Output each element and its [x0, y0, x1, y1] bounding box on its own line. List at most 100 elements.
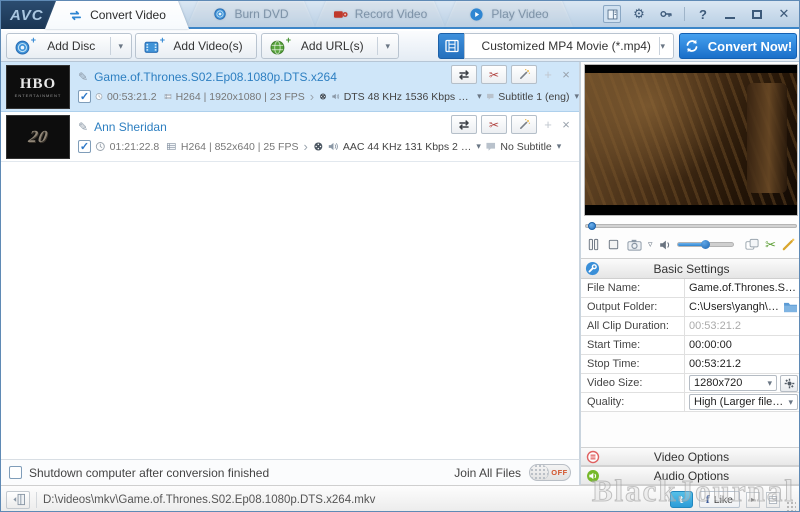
quality-value: High (Larger file size) — [694, 396, 784, 408]
snapshot-caret[interactable]: ▿ — [648, 240, 653, 249]
file-checkbox[interactable]: ✓ — [78, 140, 91, 153]
thumbnail-logo: 20 — [26, 127, 49, 147]
current-file-path: D:\videos\mkv\Game.of.Thrones.S02.Ep08.1… — [43, 494, 664, 506]
subtitle-select[interactable]: Subtitle 1 (eng) ▾ — [498, 91, 579, 103]
trim-button[interactable]: ✂ — [481, 65, 507, 84]
twitter-button[interactable]: t — [670, 491, 693, 508]
output-folder-value[interactable]: C:\Users\yangh\Videos... — [689, 301, 780, 313]
subtitle-bubble-icon — [485, 140, 496, 153]
file-row[interactable]: 20 ✎ Ann Sheridan ✓ 01:21:22.8 H264 | 85… — [1, 112, 579, 162]
volume-slider[interactable] — [677, 242, 735, 247]
effects-wand-button[interactable] — [781, 237, 796, 252]
add-urls-label: Add URL(s) — [294, 39, 370, 53]
setting-label: Stop Time: — [581, 355, 685, 373]
register-key-icon[interactable] — [657, 5, 675, 23]
volume-knob[interactable] — [701, 240, 710, 249]
basic-settings-title: Basic Settings — [653, 262, 729, 276]
effects-wand-button[interactable] — [511, 65, 537, 84]
toggle-panel-button[interactable] — [6, 491, 30, 509]
video-size-select[interactable]: 1280x720 ▾ — [689, 375, 777, 391]
volume-speaker-icon[interactable] — [658, 238, 672, 252]
seek-bar[interactable] — [585, 220, 797, 231]
effects-wand-button[interactable] — [511, 115, 537, 134]
pause-button[interactable] — [586, 237, 601, 252]
trim-button[interactable]: ✂ — [481, 115, 507, 134]
log-panel-icon[interactable] — [603, 5, 621, 23]
stop-time-value[interactable]: 00:53:21.2 — [689, 358, 798, 370]
file-checkbox[interactable]: ✓ — [78, 90, 91, 103]
remove-item-icon[interactable]: × — [559, 117, 573, 132]
list-panel-button[interactable] — [766, 492, 780, 508]
dropdown-caret: ▾ — [574, 92, 579, 101]
subtitle-select[interactable]: No Subtitle ▾ — [500, 141, 579, 153]
all-clip-duration-value: 00:53:21.2 — [689, 320, 798, 332]
convert-now-button[interactable]: Convert Now! — [679, 33, 797, 59]
add-item-icon[interactable]: + — [541, 67, 555, 82]
file-title[interactable]: Game.of.Thrones.S02.Ep08.1080p.DTS.x264 — [94, 70, 337, 84]
add-disc-icon: + — [15, 38, 32, 55]
display-mode-button[interactable] — [744, 237, 760, 252]
dropdown-caret: ▾ — [477, 92, 482, 101]
basic-settings-header[interactable]: Basic Settings — [581, 259, 800, 279]
close-button[interactable]: ✕ — [775, 5, 793, 23]
file-row[interactable]: HBO ENTERTAINMENT ✎ Game.of.Thrones.S02.… — [1, 62, 579, 112]
window-controls: ⚙ ? ✕ — [603, 5, 793, 23]
quality-select[interactable]: High (Larger file size) ▾ — [689, 394, 798, 410]
settings-gear-icon[interactable]: ⚙ — [630, 5, 648, 23]
remove-item-icon[interactable]: × — [559, 67, 573, 82]
add-urls-button[interactable]: + Add URL(s) ▾ — [261, 33, 399, 59]
expand-button[interactable]: ▸ — [746, 492, 760, 508]
tab-label: Convert Video — [90, 8, 166, 22]
output-profile-select[interactable]: Customized MP4 Movie (*.mp4) ▾ — [464, 33, 674, 59]
tab-burn-dvd[interactable]: Burn DVD — [187, 1, 315, 27]
stop-button[interactable] — [606, 237, 621, 252]
seek-knob[interactable] — [588, 222, 596, 230]
audio-options-header[interactable]: Audio Options — [581, 466, 800, 485]
video-preview — [584, 64, 798, 216]
tab-record-video[interactable]: Record Video — [315, 1, 445, 27]
facebook-like-button[interactable]: f Like — [699, 491, 740, 508]
file-duration: 00:53:21.2 — [107, 91, 157, 103]
add-item-icon[interactable]: + — [541, 117, 555, 132]
shutdown-label: Shutdown computer after conversion finis… — [29, 466, 269, 480]
folder-icon[interactable] — [783, 301, 798, 313]
edit-title-icon[interactable]: ✎ — [78, 120, 88, 134]
toolbar: + Add Disc ▾ + Add Video(s) + Add URL(s)… — [1, 31, 799, 62]
snapshot-camera-button[interactable] — [626, 237, 643, 252]
file-title[interactable]: Ann Sheridan — [94, 120, 167, 134]
resize-grip[interactable] — [786, 501, 796, 511]
minimize-button[interactable] — [721, 5, 739, 23]
wrench-icon — [585, 261, 600, 279]
subtitle-value: No Subtitle — [500, 141, 551, 153]
audio-track-select[interactable]: DTS 48 KHz 1536 Kbps 6 C... ▾ — [344, 91, 482, 103]
chevron-icon: › — [310, 89, 314, 104]
join-all-files-label: Join All Files — [454, 466, 521, 480]
maximize-button[interactable] — [748, 5, 766, 23]
burn-dvd-disc-icon — [213, 7, 227, 21]
codec-film-icon — [166, 140, 177, 153]
join-all-files-toggle[interactable]: OFF — [529, 464, 571, 481]
start-time-value[interactable]: 00:00:00 — [689, 339, 798, 351]
chevron-icon: › — [303, 139, 307, 154]
facebook-icon: f — [706, 492, 710, 507]
help-button[interactable]: ? — [694, 5, 712, 23]
dropdown-caret: ▾ — [557, 142, 562, 151]
video-options-header[interactable]: Video Options — [581, 447, 800, 466]
clip-scissors-button[interactable]: ✂ — [765, 237, 776, 253]
codec-wheel-icon — [313, 140, 324, 153]
tab-play-video[interactable]: Play Video — [445, 1, 573, 27]
speaker-icon — [331, 90, 340, 103]
convert-item-button[interactable]: ⇄ — [451, 115, 477, 134]
filename-value[interactable]: Game.of.Thrones.S02.Ep08.... — [689, 282, 798, 294]
add-disc-button[interactable]: + Add Disc ▾ — [6, 33, 132, 59]
codec-info: H264 | 852x640 | 25 FPS — [181, 141, 299, 153]
setting-row-video-size: Video Size: 1280x720 ▾ — [581, 374, 800, 393]
add-videos-button[interactable]: + Add Video(s) — [135, 33, 257, 59]
setting-row-start-time: Start Time: 00:00:00 — [581, 336, 800, 355]
audio-track-select[interactable]: AAC 44 KHz 131 Kbps 2 C... ▾ — [343, 141, 481, 153]
tab-convert-video[interactable]: Convert Video — [45, 1, 189, 29]
shutdown-checkbox[interactable] — [9, 466, 22, 479]
convert-item-button[interactable]: ⇄ — [451, 65, 477, 84]
video-size-gear-button[interactable] — [780, 375, 798, 392]
edit-title-icon[interactable]: ✎ — [78, 70, 88, 84]
